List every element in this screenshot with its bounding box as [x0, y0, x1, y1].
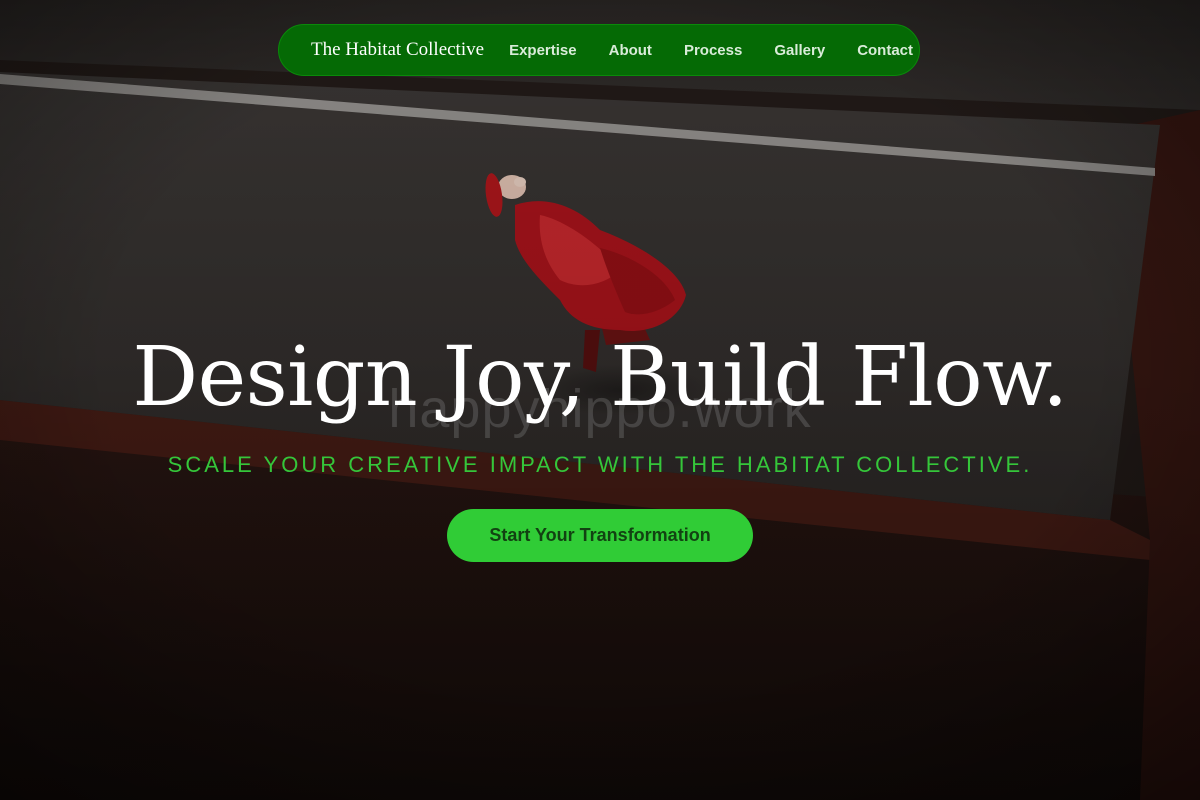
nav-link-contact[interactable]: Contact: [857, 42, 913, 59]
nav-link-gallery[interactable]: Gallery: [774, 42, 825, 59]
top-navigation: The Habitat Collective Expertise About P…: [278, 24, 920, 76]
brand-logo-link[interactable]: The Habitat Collective: [311, 39, 484, 61]
nav-link-expertise[interactable]: Expertise: [509, 42, 577, 59]
hero-headline: Design Joy, Build Flow.: [132, 330, 1068, 425]
nav-link-process[interactable]: Process: [684, 42, 742, 59]
hero-tagline: SCALE YOUR CREATIVE IMPACT WITH THE HABI…: [167, 452, 1033, 477]
hero-section: happyhippo.work The Habitat Collective E…: [0, 0, 1200, 800]
start-transformation-button[interactable]: Start Your Transformation: [447, 509, 753, 562]
nav-links: Expertise About Process Gallery Contact: [509, 42, 913, 59]
nav-link-about[interactable]: About: [609, 42, 652, 59]
